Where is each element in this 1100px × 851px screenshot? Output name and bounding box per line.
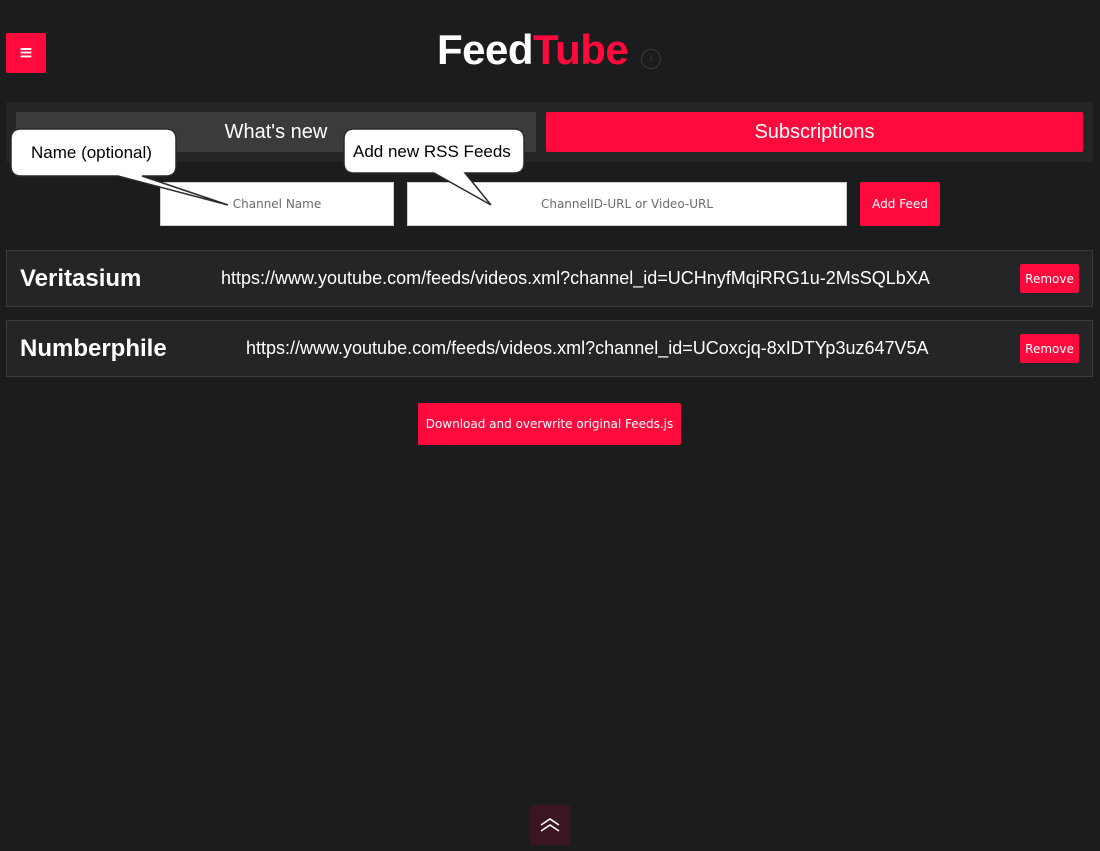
feed-name: Veritasium [20,265,142,292]
add-feed-button[interactable]: Add Feed [860,182,940,226]
add-feed-label: Add Feed [872,197,928,211]
name-hint-text: Name (optional) [31,143,152,162]
download-feeds-button[interactable]: Download and overwrite original Feeds.js [418,403,681,445]
info-icon[interactable]: i [641,49,661,69]
scroll-top-button[interactable] [530,805,570,845]
feed-row: Numberphile https://www.youtube.com/feed… [6,320,1093,377]
menu-button[interactable]: ≡ [6,33,46,73]
feed-url: https://www.youtube.com/feeds/videos.xml… [246,338,929,358]
url-hint-text: Add new RSS Feeds [353,142,511,161]
feed-name: Numberphile [20,335,167,362]
tab-whats-new-label: What's new [224,120,328,143]
logo-feed-text: Feed [437,26,534,73]
hamburger-menu-icon: ≡ [18,43,34,63]
feed-row: Veritasium https://www.youtube.com/feeds… [6,250,1093,307]
remove-button[interactable]: Remove [1020,264,1079,293]
double-chevron-up-icon [540,818,560,832]
remove-label: Remove [1025,271,1074,286]
tab-bar: What's new Subscriptions [6,102,1093,162]
app-logo: FeedTube [437,24,629,76]
tab-subscriptions-label: Subscriptions [754,120,875,143]
feed-url: https://www.youtube.com/feeds/videos.xml… [221,268,930,288]
remove-button[interactable]: Remove [1020,334,1079,363]
remove-label: Remove [1025,341,1074,356]
channel-url-input[interactable] [407,182,847,226]
logo-tube-text: Tube [533,26,629,73]
app-root: ≡ FeedTube i What's new Subscriptions Ad… [0,0,1100,851]
download-feeds-label: Download and overwrite original Feeds.js [425,417,674,431]
channel-name-input[interactable] [160,182,394,226]
tab-subscriptions[interactable]: Subscriptions [546,112,1083,152]
